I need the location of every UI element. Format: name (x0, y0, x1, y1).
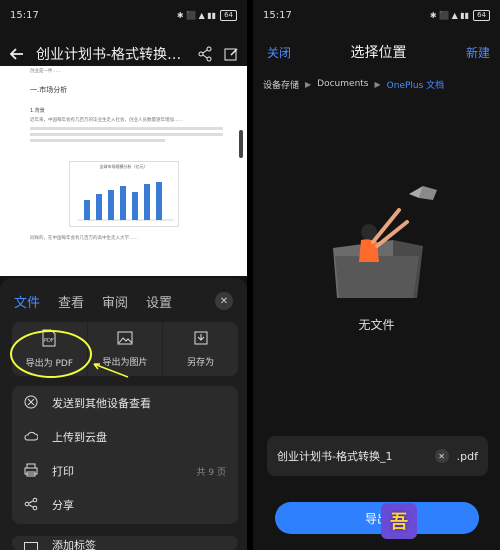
menu-share[interactable]: 分享 (12, 488, 238, 522)
tab-file[interactable]: 文件 (14, 292, 40, 311)
back-arrow-icon[interactable] (8, 45, 26, 63)
doc-intro: 创业是一件…… (30, 69, 62, 74)
status-bar: 15:17 ✱ ⬛ ▲ ▮▮ 64 (0, 0, 247, 30)
sheet-tabs: 文件 查看 审阅 设置 ✕ (0, 278, 247, 314)
doc-scrollbar[interactable] (239, 130, 243, 158)
filename-field[interactable]: 创业计划书-格式转换_1 ✕ .pdf (267, 436, 488, 476)
breadcrumb-item[interactable]: Documents (317, 79, 368, 89)
right-screen: 15:17 ✱ ⬛ ▲ ▮▮ 64 关闭 选择位置 新建 设备存储 ▶ Docu… (253, 0, 500, 550)
breadcrumb-current[interactable]: OnePlus 文档 (387, 78, 445, 91)
doc-section-title: 一.市场分析 (30, 86, 68, 94)
tab-settings[interactable]: 设置 (146, 292, 172, 311)
battery-icon-right: 64 (473, 9, 490, 21)
picker-header: 关闭 选择位置 新建 (253, 30, 500, 74)
menu-share-label: 分享 (52, 499, 74, 512)
doc-title: 创业计划书-格式转换_1... (36, 47, 187, 63)
print-page-count: 共 9 页 (196, 467, 226, 478)
menu-add-tag[interactable]: 添加标签 (12, 536, 238, 550)
menu-print-label: 打印 (52, 465, 74, 478)
doc-paragraph-filler (0, 127, 247, 157)
send-device-icon (24, 395, 38, 412)
highlight-circle (10, 330, 92, 378)
doc-chart-bar (107, 190, 114, 220)
breadcrumb-item[interactable]: 设备存储 (263, 78, 299, 91)
menu-upload-cloud[interactable]: 上传到云盘 (12, 420, 238, 454)
edit-icon[interactable] (223, 46, 239, 62)
doc-chart-bar (155, 182, 162, 220)
share-icon[interactable] (197, 46, 213, 62)
menu-upload-label: 上传到云盘 (52, 431, 107, 444)
chevron-right-icon: ▶ (305, 79, 312, 89)
file-menu-list: 发送到其他设备查看 上传到云盘 打印 共 9 页 分享 (12, 386, 238, 524)
doc-chart: 全球市场规模分析（亿元） (68, 161, 179, 227)
doc-chart-bar (119, 186, 126, 220)
doc-subtitle: 1.背景 (30, 108, 45, 114)
close-button[interactable]: 关闭 (267, 44, 291, 61)
screenshot: 15:17 ✱ ⬛ ▲ ▮▮ 64 创业计划书-格式转换_1... 创业是一件…… (0, 0, 500, 550)
image-icon (117, 330, 133, 349)
doc-chart-bar (143, 184, 150, 220)
status-bar-right: 15:17 ✱ ⬛ ▲ ▮▮ 64 (253, 0, 500, 30)
doc-chart-bar (95, 194, 102, 220)
breadcrumb: 设备存储 ▶ Documents ▶ OnePlus 文档 (253, 74, 500, 94)
battery-icon: 64 (220, 9, 237, 21)
watermark-icon: 吾 (381, 503, 417, 539)
tab-view[interactable]: 查看 (58, 292, 84, 311)
new-folder-button[interactable]: 新建 (466, 44, 490, 61)
empty-folder-text: 无文件 (358, 318, 395, 332)
doc-chart-bar (83, 200, 90, 220)
menu-print[interactable]: 打印 共 9 页 (12, 454, 238, 488)
watermark-logo: 吾 (381, 494, 496, 548)
tag-icon (24, 542, 38, 550)
save-as-label: 另存为 (187, 358, 215, 368)
save-as-icon (193, 330, 209, 349)
file-extension: .pdf (456, 449, 478, 463)
filename-value[interactable]: 创业计划书-格式转换_1 (277, 448, 392, 464)
document-preview[interactable]: 创业是一件…… 一.市场分析 1.背景 近年来，中国每年会有几百万的毕业生走入社… (0, 66, 247, 276)
empty-folder-illustration (333, 186, 437, 298)
status-time: 15:17 (10, 9, 39, 21)
annotation-arrow-icon (93, 363, 129, 378)
doc-chart-bar (131, 192, 138, 220)
file-action-sheet: 文件 查看 审阅 设置 ✕ PDF 导出为 PDF 导出为图片 另存为 发送到其… (0, 278, 247, 550)
print-icon (24, 463, 38, 480)
tab-review[interactable]: 审阅 (102, 292, 128, 311)
share-icon (24, 497, 38, 514)
clear-filename-icon[interactable]: ✕ (434, 449, 449, 463)
doc-chart-bars (77, 182, 174, 221)
status-indicators: ✱ ⬛ ▲ ▮▮ (176, 10, 217, 20)
close-sheet-icon[interactable]: ✕ (215, 292, 233, 310)
cloud-icon (24, 429, 39, 446)
left-screen: 15:17 ✱ ⬛ ▲ ▮▮ 64 创业计划书-格式转换_1... 创业是一件…… (0, 0, 247, 550)
doc-paragraph-2: 同样的，在中国每年会有几百万的高中生走入大学…… (30, 236, 138, 241)
menu-send-to-device[interactable]: 发送到其他设备查看 (12, 386, 238, 420)
menu-send-label: 发送到其他设备查看 (52, 397, 151, 410)
menu-add-tag-label: 添加标签 (52, 539, 96, 550)
status-time-right: 15:17 (263, 9, 292, 21)
picker-title: 选择位置 (350, 45, 407, 61)
status-indicators-right: ✱ ⬛ ▲ ▮▮ (429, 10, 470, 20)
save-as-button[interactable]: 另存为 (163, 322, 238, 376)
doc-paragraph-1: 近年来，中国每年会有几百万的毕业生走入社会，创业人员数量逐年增加…… (30, 118, 183, 123)
chevron-right-icon: ▶ (374, 79, 381, 89)
